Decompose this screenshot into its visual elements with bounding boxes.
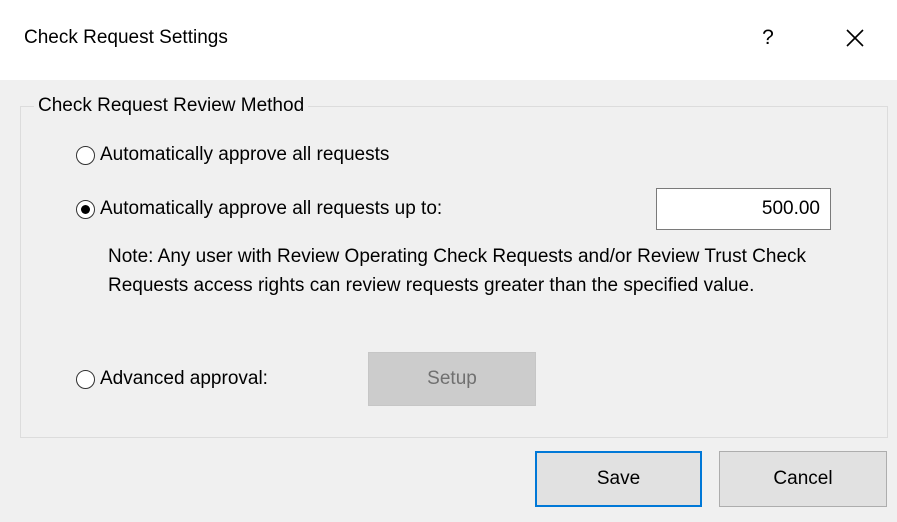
radio-icon	[76, 145, 95, 165]
radio-approve-all[interactable]: Automatically approve all requests	[76, 143, 389, 167]
cancel-button[interactable]: Cancel	[719, 451, 887, 507]
radio-icon	[76, 199, 95, 219]
close-icon	[846, 29, 864, 47]
radio-approve-all-label: Automatically approve all requests	[100, 144, 390, 165]
radio-selected-dot	[81, 204, 90, 214]
help-button[interactable]: ?	[748, 18, 788, 58]
radio-advanced-approval-label: Advanced approval:	[100, 368, 268, 389]
approval-amount-input[interactable]	[656, 188, 831, 230]
check-request-settings-dialog: Check Request Settings ? Check Request R…	[0, 0, 897, 522]
help-icon: ?	[762, 26, 774, 49]
title-bar: Check Request Settings ?	[0, 0, 897, 80]
radio-approve-up-to-label: Automatically approve all requests up to…	[100, 198, 443, 219]
radio-approve-up-to[interactable]: Automatically approve all requests up to…	[76, 197, 442, 221]
save-button[interactable]: Save	[535, 451, 702, 507]
approval-note: Note: Any user with Review Operating Che…	[108, 246, 807, 296]
radio-icon	[76, 369, 95, 389]
close-button[interactable]	[832, 16, 878, 60]
setup-button[interactable]: Setup	[368, 352, 536, 406]
review-method-legend: Check Request Review Method	[34, 94, 309, 118]
radio-advanced-approval[interactable]: Advanced approval:	[76, 367, 268, 391]
dialog-title: Check Request Settings	[24, 27, 228, 48]
